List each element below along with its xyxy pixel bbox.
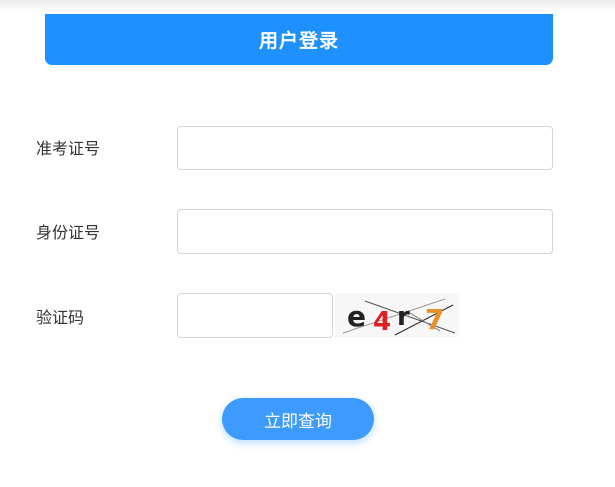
- query-submit-button[interactable]: 立即查询: [222, 398, 374, 440]
- id-number-label: 身份证号: [36, 223, 101, 242]
- id-number-input[interactable]: [177, 209, 553, 254]
- captcha-image[interactable]: e 4 r 7: [335, 293, 459, 337]
- captcha-graphic: e 4 r 7: [335, 293, 459, 337]
- captcha-char-1: e: [347, 300, 366, 333]
- page-title: 用户登录: [258, 30, 339, 52]
- captcha-char-4: 7: [425, 303, 444, 336]
- exam-number-input[interactable]: [177, 126, 553, 170]
- login-header-bar: 用户登录: [45, 14, 553, 65]
- captcha-input[interactable]: [177, 293, 333, 338]
- top-edge-shadow: [0, 0, 615, 12]
- captcha-label: 验证码: [36, 308, 85, 327]
- captcha-char-3: r: [397, 302, 410, 332]
- captcha-char-2: 4: [373, 307, 391, 337]
- exam-number-label: 准考证号: [36, 139, 101, 158]
